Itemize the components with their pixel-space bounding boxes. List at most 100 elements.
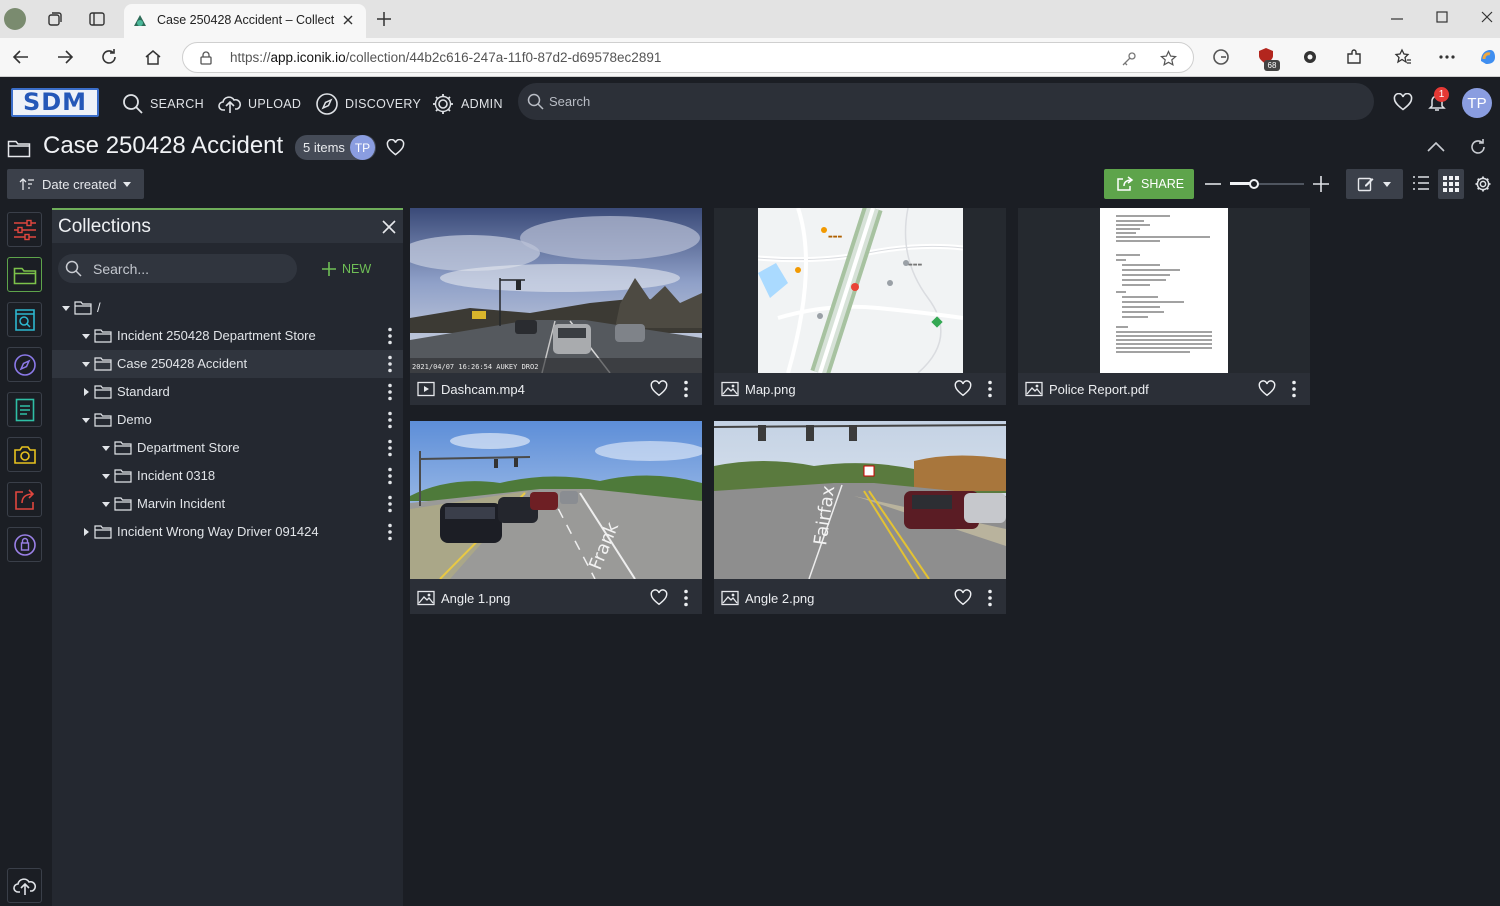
caret-down-icon[interactable] (102, 472, 110, 480)
sort-dropdown[interactable]: Date created (7, 169, 144, 199)
favorite-heart-icon[interactable] (954, 380, 972, 397)
more-vertical-icon[interactable] (682, 589, 690, 607)
workspaces-icon[interactable] (46, 10, 64, 28)
tree-item[interactable]: Case 250428 Accident (52, 350, 403, 378)
grid-view-button[interactable] (1438, 169, 1464, 199)
back-icon[interactable] (12, 48, 30, 66)
asset-thumbnail-angle-2[interactable]: Fairfax (714, 421, 1006, 579)
favorite-heart-icon[interactable] (650, 380, 668, 397)
more-vertical-icon[interactable] (385, 495, 395, 513)
sdm-logo[interactable]: SDM (11, 88, 99, 117)
bulk-edit-dropdown[interactable] (1346, 169, 1403, 199)
asset-thumbnail-dashcam[interactable]: 2021/04/07 16:26:54 AUKEY DRO2 (410, 208, 702, 373)
favorites-heart-icon[interactable] (1393, 93, 1413, 111)
collapse-chevron-up-icon[interactable] (1427, 142, 1445, 152)
tree-item[interactable]: Demo (52, 406, 403, 434)
caret-down-icon[interactable] (82, 360, 90, 368)
key-icon[interactable] (1121, 51, 1137, 67)
share-button[interactable]: SHARE (1104, 169, 1194, 199)
asset-thumbnail-map[interactable]: ▬▬▬ ▬▬▬ (714, 208, 1006, 373)
favorite-star-icon[interactable] (1160, 50, 1177, 67)
maximize-icon[interactable] (1436, 11, 1448, 23)
favorites-icon[interactable] (1394, 48, 1412, 66)
tree-item[interactable]: Incident 250428 Department Store (52, 322, 403, 350)
nav-search[interactable]: SEARCH (122, 92, 204, 116)
new-collection-button[interactable]: NEW (321, 259, 371, 279)
forward-icon[interactable] (56, 48, 74, 66)
asset-thumbnail-document[interactable] (1018, 208, 1310, 373)
more-vertical-icon[interactable] (1290, 380, 1298, 398)
rail-upload[interactable] (7, 868, 42, 903)
new-tab-icon[interactable] (376, 11, 392, 27)
close-window-icon[interactable] (1481, 11, 1493, 23)
asset-name[interactable]: Map.png (745, 382, 796, 397)
close-tab-icon[interactable] (342, 14, 354, 26)
rail-filters[interactable] (7, 212, 42, 247)
extension-gear-icon[interactable] (1301, 48, 1319, 66)
nav-discovery[interactable]: DISCOVERY (315, 92, 421, 116)
caret-down-icon[interactable] (82, 332, 90, 340)
nav-admin[interactable]: ADMIN (431, 92, 503, 116)
asset-card[interactable]: Police Report.pdf (1018, 208, 1310, 405)
copilot-icon[interactable] (1478, 47, 1498, 67)
rail-security[interactable] (7, 527, 42, 562)
browser-profile-avatar[interactable] (4, 8, 26, 30)
browser-tab-active[interactable]: Case 250428 Accident – Collection (124, 4, 366, 38)
user-avatar[interactable]: TP (1462, 88, 1492, 118)
more-vertical-icon[interactable] (385, 439, 395, 457)
asset-card[interactable]: 2021/04/07 16:26:54 AUKEY DRO2 Dashcam.m… (410, 208, 702, 405)
favorite-heart-icon[interactable] (1258, 380, 1276, 397)
view-settings-gear-icon[interactable] (1474, 175, 1492, 193)
address-bar[interactable]: https://app.iconik.io/collection/44b2c61… (182, 42, 1194, 73)
rail-shares[interactable] (7, 482, 42, 517)
zoom-slider-handle[interactable] (1248, 179, 1259, 189)
rail-collections[interactable] (7, 257, 42, 292)
global-search-input[interactable]: Search (518, 83, 1374, 120)
minimize-icon[interactable] (1390, 14, 1404, 24)
more-vertical-icon[interactable] (385, 355, 395, 373)
tab-actions-icon[interactable] (88, 10, 106, 28)
asset-card[interactable]: Fairfax Angle 2.png (714, 421, 1006, 614)
asset-name[interactable]: Angle 2.png (745, 591, 814, 606)
rail-saved-searches[interactable] (7, 302, 42, 337)
favorite-heart-icon[interactable] (386, 139, 405, 156)
rail-discovery[interactable] (7, 347, 42, 382)
tree-item[interactable]: Incident 0318 (52, 462, 403, 490)
tree-item[interactable]: Marvin Incident (52, 490, 403, 518)
rail-documents[interactable] (7, 392, 42, 427)
close-panel-icon[interactable] (382, 220, 396, 234)
tree-item[interactable]: Incident Wrong Way Driver 091424 (52, 518, 403, 546)
more-vertical-icon[interactable] (385, 327, 395, 345)
caret-right-icon[interactable] (82, 388, 90, 396)
caret-down-icon[interactable] (82, 416, 90, 424)
asset-card[interactable]: Frank Angle 1.png (410, 421, 702, 614)
tree-item[interactable]: / (52, 294, 403, 322)
extension-g-icon[interactable] (1212, 48, 1230, 66)
asset-name[interactable]: Police Report.pdf (1049, 382, 1149, 397)
more-vertical-icon[interactable] (385, 467, 395, 485)
caret-down-icon[interactable] (102, 500, 110, 508)
extensions-puzzle-icon[interactable] (1345, 48, 1363, 66)
more-vertical-icon[interactable] (682, 380, 690, 398)
more-menu-icon[interactable] (1438, 54, 1456, 60)
tree-item[interactable]: Department Store (52, 434, 403, 462)
home-icon[interactable] (144, 48, 162, 66)
tree-item[interactable]: Standard (52, 378, 403, 406)
favorite-heart-icon[interactable] (650, 589, 668, 606)
site-info-icon[interactable] (199, 51, 213, 65)
zoom-slider[interactable] (1230, 176, 1304, 192)
caret-down-icon[interactable] (102, 444, 110, 452)
panel-search-input[interactable]: Search... (58, 254, 297, 283)
zoom-out-icon[interactable] (1205, 183, 1221, 185)
refresh-icon[interactable] (100, 48, 118, 66)
reload-icon[interactable] (1469, 138, 1487, 156)
asset-thumbnail-angle-1[interactable]: Frank (410, 421, 702, 579)
asset-card[interactable]: ▬▬▬ ▬▬▬ Map.png (714, 208, 1006, 405)
caret-down-icon[interactable] (62, 304, 70, 312)
nav-upload[interactable]: UPLOAD (218, 92, 301, 116)
asset-name[interactable]: Dashcam.mp4 (441, 382, 525, 397)
more-vertical-icon[interactable] (986, 589, 994, 607)
zoom-in-icon[interactable] (1312, 175, 1330, 193)
more-vertical-icon[interactable] (986, 380, 994, 398)
more-vertical-icon[interactable] (385, 383, 395, 401)
